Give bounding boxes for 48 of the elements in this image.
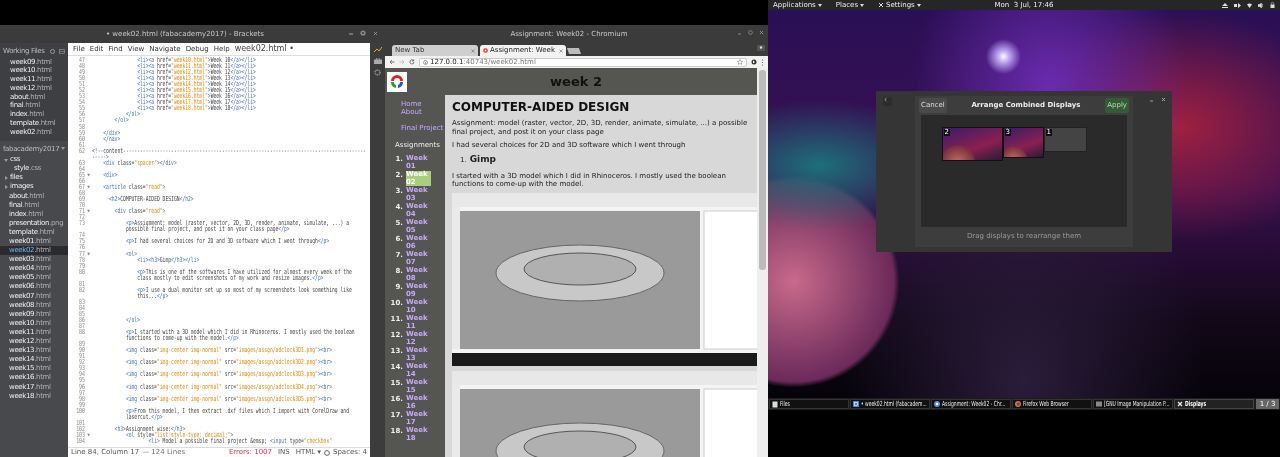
logo-icon [387, 71, 407, 92]
profile-icon[interactable] [757, 45, 765, 51]
star-icon[interactable] [737, 59, 743, 65]
app-icon [934, 400, 940, 408]
close-icon[interactable] [360, 30, 366, 36]
info-icon [423, 59, 428, 65]
tools-icon [1177, 400, 1183, 408]
back-icon [883, 97, 888, 102]
favicon-icon [483, 48, 488, 53]
app-icon [1096, 400, 1102, 408]
lock-icon[interactable] [1270, 2, 1275, 8]
gear-icon[interactable] [374, 69, 381, 76]
chart-icon[interactable] [373, 47, 382, 53]
close-icon[interactable] [373, 31, 378, 36]
caret-icon [916, 3, 921, 7]
reload-icon[interactable] [409, 59, 415, 65]
minimize-icon[interactable] [1149, 97, 1154, 102]
list-heading: Gimp [469, 153, 496, 167]
maximize-icon[interactable] [748, 30, 753, 35]
eject-icon[interactable] [1222, 2, 1228, 8]
close-icon[interactable] [1161, 97, 1166, 102]
minimize-icon[interactable] [348, 30, 354, 36]
volume-icon[interactable] [1258, 2, 1264, 8]
caret-icon [817, 3, 822, 7]
extension-icon[interactable] [751, 59, 757, 65]
file-title: week02.html • [234, 43, 294, 55]
linter-status-icon[interactable] [324, 449, 330, 456]
minimize-icon[interactable] [737, 30, 742, 35]
back-button[interactable] [883, 97, 892, 106]
file-icon [772, 400, 778, 408]
app-icon [853, 400, 859, 408]
close-icon[interactable] [759, 30, 764, 35]
scrollbar[interactable] [757, 68, 768, 457]
media-icon[interactable] [1234, 2, 1241, 8]
new-tab-button[interactable] [566, 48, 582, 54]
back-icon[interactable] [389, 59, 395, 65]
briefcase-icon[interactable] [373, 58, 382, 64]
caret-icon [860, 3, 865, 7]
close-icon[interactable] [559, 48, 563, 53]
app-icon [1015, 400, 1021, 408]
page-heading: week 2 [549, 73, 603, 90]
caret-icon[interactable] [61, 147, 66, 151]
section-title: COMPUTER-AIDED DESIGN [452, 100, 631, 115]
wifi-icon[interactable] [1247, 2, 1252, 8]
tools-icon [878, 2, 885, 8]
collapsed-arrow-icon [4, 185, 8, 189]
split-view-icon[interactable] [59, 48, 65, 54]
settings-icon[interactable] [50, 48, 55, 54]
